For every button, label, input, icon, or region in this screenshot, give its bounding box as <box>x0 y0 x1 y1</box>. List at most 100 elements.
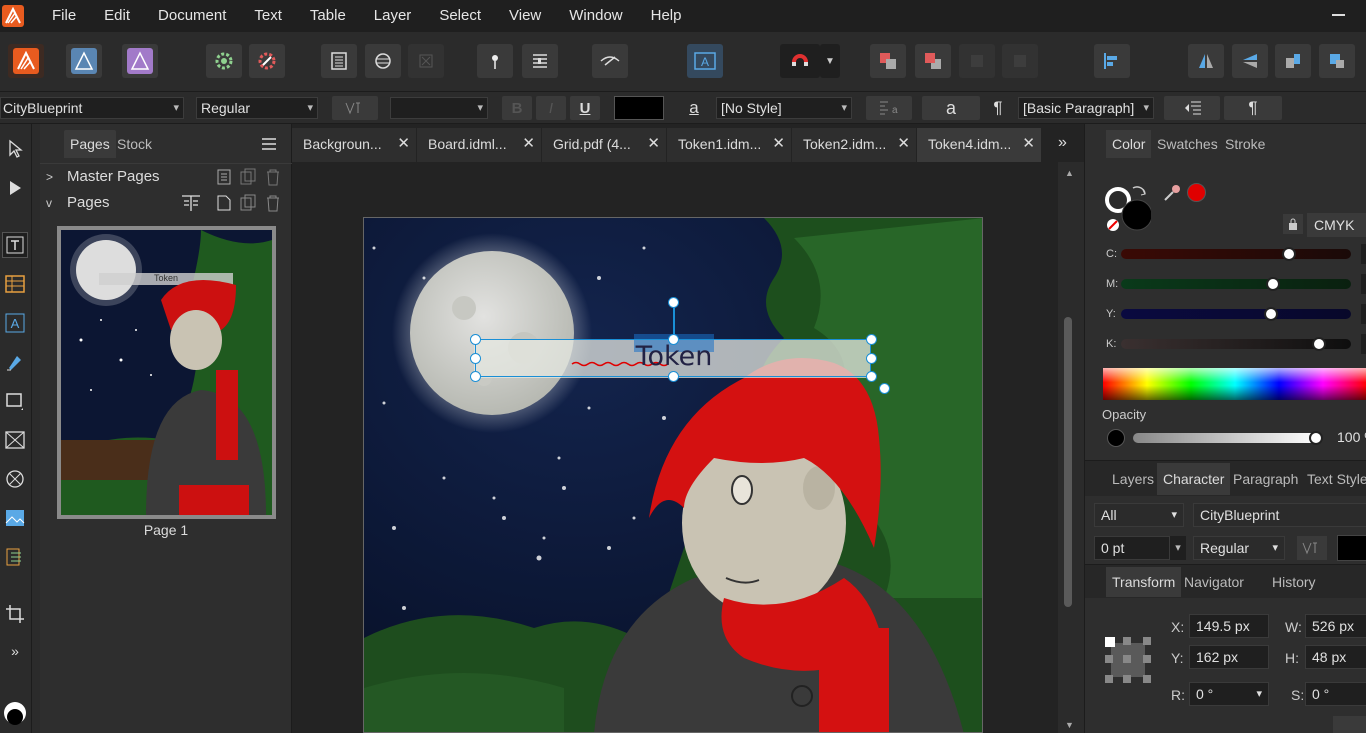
font-size-icon[interactable] <box>332 96 378 120</box>
snapping-magnet-icon[interactable] <box>780 44 820 78</box>
designer-persona-button[interactable] <box>66 44 102 78</box>
transform-options-icon[interactable] <box>1333 716 1366 733</box>
transform-rotation-field[interactable]: 0 ° ▾ <box>1189 682 1269 706</box>
preview-eye-icon[interactable] <box>592 44 628 78</box>
yellow-slider[interactable] <box>1121 309 1351 319</box>
move-tool-icon[interactable] <box>2 136 28 162</box>
tab-color[interactable]: Color <box>1106 130 1152 158</box>
character-color-swatch[interactable] <box>1337 535 1366 561</box>
align-text-icon[interactable] <box>522 44 558 78</box>
font-style-select[interactable]: Regular ▾ <box>196 97 318 119</box>
menu-table[interactable]: Table <box>296 0 360 32</box>
cyan-slider[interactable] <box>1121 249 1351 259</box>
menu-edit[interactable]: Edit <box>90 0 144 32</box>
rotate-right-icon[interactable] <box>1319 44 1355 78</box>
flip-vertical-icon[interactable] <box>1232 44 1268 78</box>
resize-handle-tl[interactable] <box>470 334 481 345</box>
pen-tool-icon[interactable] <box>2 349 28 375</box>
page-spread-icon[interactable] <box>181 194 201 221</box>
lock-icon[interactable] <box>1283 214 1303 234</box>
font-family-select[interactable]: CityBlueprint ▾ <box>0 97 184 119</box>
snapping-dropdown-chevron-icon[interactable]: ▼ <box>820 44 840 78</box>
transform-x-field[interactable]: 149.5 px <box>1189 614 1269 638</box>
doc-tab-board[interactable]: Board.idml... ✕ <box>417 128 541 162</box>
character-style-options-icon[interactable]: a <box>866 96 912 120</box>
close-icon[interactable]: ✕ <box>522 128 535 160</box>
yellow-slider-knob[interactable] <box>1263 307 1278 321</box>
crop-tool-icon[interactable] <box>2 601 28 627</box>
magenta-slider[interactable] <box>1121 279 1351 289</box>
flip-horizontal-icon[interactable] <box>1188 44 1224 78</box>
arrange-back-icon[interactable] <box>870 44 906 78</box>
master-pages-section[interactable]: > Master Pages <box>40 163 292 189</box>
publisher-persona-button[interactable] <box>8 44 44 78</box>
menu-layer[interactable]: Layer <box>360 0 426 32</box>
menu-help[interactable]: Help <box>637 0 696 32</box>
fill-stroke-swatch[interactable] <box>1103 182 1153 234</box>
menu-file[interactable]: File <box>38 0 90 32</box>
preferences-gear-icon[interactable] <box>206 44 242 78</box>
magenta-value-field[interactable] <box>1361 274 1366 294</box>
table-of-contents-icon[interactable] <box>2 544 28 570</box>
color-model-select[interactable]: CMYK <box>1307 213 1366 237</box>
paragraph-pilcrow-button[interactable]: ¶ <box>1224 96 1282 120</box>
node-tool-icon[interactable] <box>2 175 28 201</box>
resize-handle-r[interactable] <box>866 353 877 364</box>
tab-transform[interactable]: Transform <box>1106 567 1182 597</box>
paragraph-style-button[interactable]: ¶ <box>986 96 1010 120</box>
opacity-slider[interactable] <box>1133 433 1319 443</box>
tab-history[interactable]: History <box>1266 567 1322 597</box>
picture-frame-ellipse-icon[interactable] <box>2 466 28 492</box>
character-a-button[interactable]: a <box>922 96 980 120</box>
table-tool-icon[interactable] <box>2 271 28 297</box>
place-image-icon[interactable] <box>2 505 28 531</box>
underline-button[interactable]: U <box>570 96 600 120</box>
rotation-handle[interactable] <box>668 297 679 308</box>
resize-handle-br[interactable] <box>866 371 877 382</box>
tab-paragraph[interactable]: Paragraph <box>1227 463 1304 495</box>
picture-frame-rectangle-icon[interactable] <box>2 427 28 453</box>
close-icon[interactable]: ✕ <box>647 128 660 160</box>
minimize-button[interactable] <box>1332 8 1346 22</box>
tab-stroke[interactable]: Stroke <box>1219 130 1271 158</box>
transform-w-field[interactable]: 526 px <box>1305 614 1366 638</box>
align-left-icon[interactable] <box>1094 44 1130 78</box>
pin-icon[interactable] <box>477 44 513 78</box>
scroll-down-icon[interactable]: ▼ <box>1065 720 1074 730</box>
paragraph-style-options-icon[interactable] <box>1164 96 1220 120</box>
opacity-slider-knob[interactable] <box>1309 431 1323 445</box>
scrollbar-thumb[interactable] <box>1064 317 1072 607</box>
canvas-vertical-scrollbar[interactable]: ▲ ▼ <box>1058 162 1084 733</box>
more-tabs-icon[interactable]: » <box>1058 134 1067 152</box>
transform-shear-field[interactable]: 0 ° <box>1305 682 1366 706</box>
snapping-settings-icon[interactable] <box>249 44 285 78</box>
menu-view[interactable]: View <box>495 0 555 32</box>
font-size-select[interactable]: ▾ <box>390 97 488 119</box>
resize-handle-t[interactable] <box>668 334 679 345</box>
character-size-icon[interactable] <box>1297 536 1327 560</box>
photo-persona-button[interactable] <box>122 44 158 78</box>
anchor-point-selector[interactable] <box>1105 637 1151 683</box>
opacity-value[interactable]: 100 % <box>1331 426 1366 450</box>
arrange-forward-icon[interactable] <box>915 44 951 78</box>
close-icon[interactable]: ✕ <box>772 128 785 160</box>
magenta-slider-knob[interactable] <box>1265 277 1280 291</box>
resize-handle-bl[interactable] <box>470 371 481 382</box>
menu-text[interactable]: Text <box>240 0 296 32</box>
doc-tab-token1[interactable]: Token1.idm... ✕ <box>667 128 791 162</box>
key-slider-knob[interactable] <box>1311 337 1326 351</box>
more-tools-icon[interactable]: » <box>2 638 28 664</box>
wrap-ellipse-icon[interactable] <box>365 44 401 78</box>
pages-section[interactable]: v Pages <box>40 190 292 216</box>
character-scope-select[interactable]: All ▾ <box>1094 503 1184 527</box>
artistic-text-tool-icon[interactable]: A <box>2 310 28 336</box>
color-fill-stroke-icon[interactable] <box>2 699 28 725</box>
eyedropper-icon[interactable] <box>1161 182 1183 207</box>
tab-swatches[interactable]: Swatches <box>1151 130 1224 158</box>
close-icon[interactable]: ✕ <box>1022 128 1035 160</box>
panel-menu-icon[interactable] <box>262 137 276 150</box>
menu-window[interactable]: Window <box>555 0 636 32</box>
font-size-chevron-icon[interactable]: ▾ <box>1170 536 1186 560</box>
resize-handle-l[interactable] <box>470 353 481 364</box>
transform-h-field[interactable]: 48 px <box>1305 645 1366 669</box>
